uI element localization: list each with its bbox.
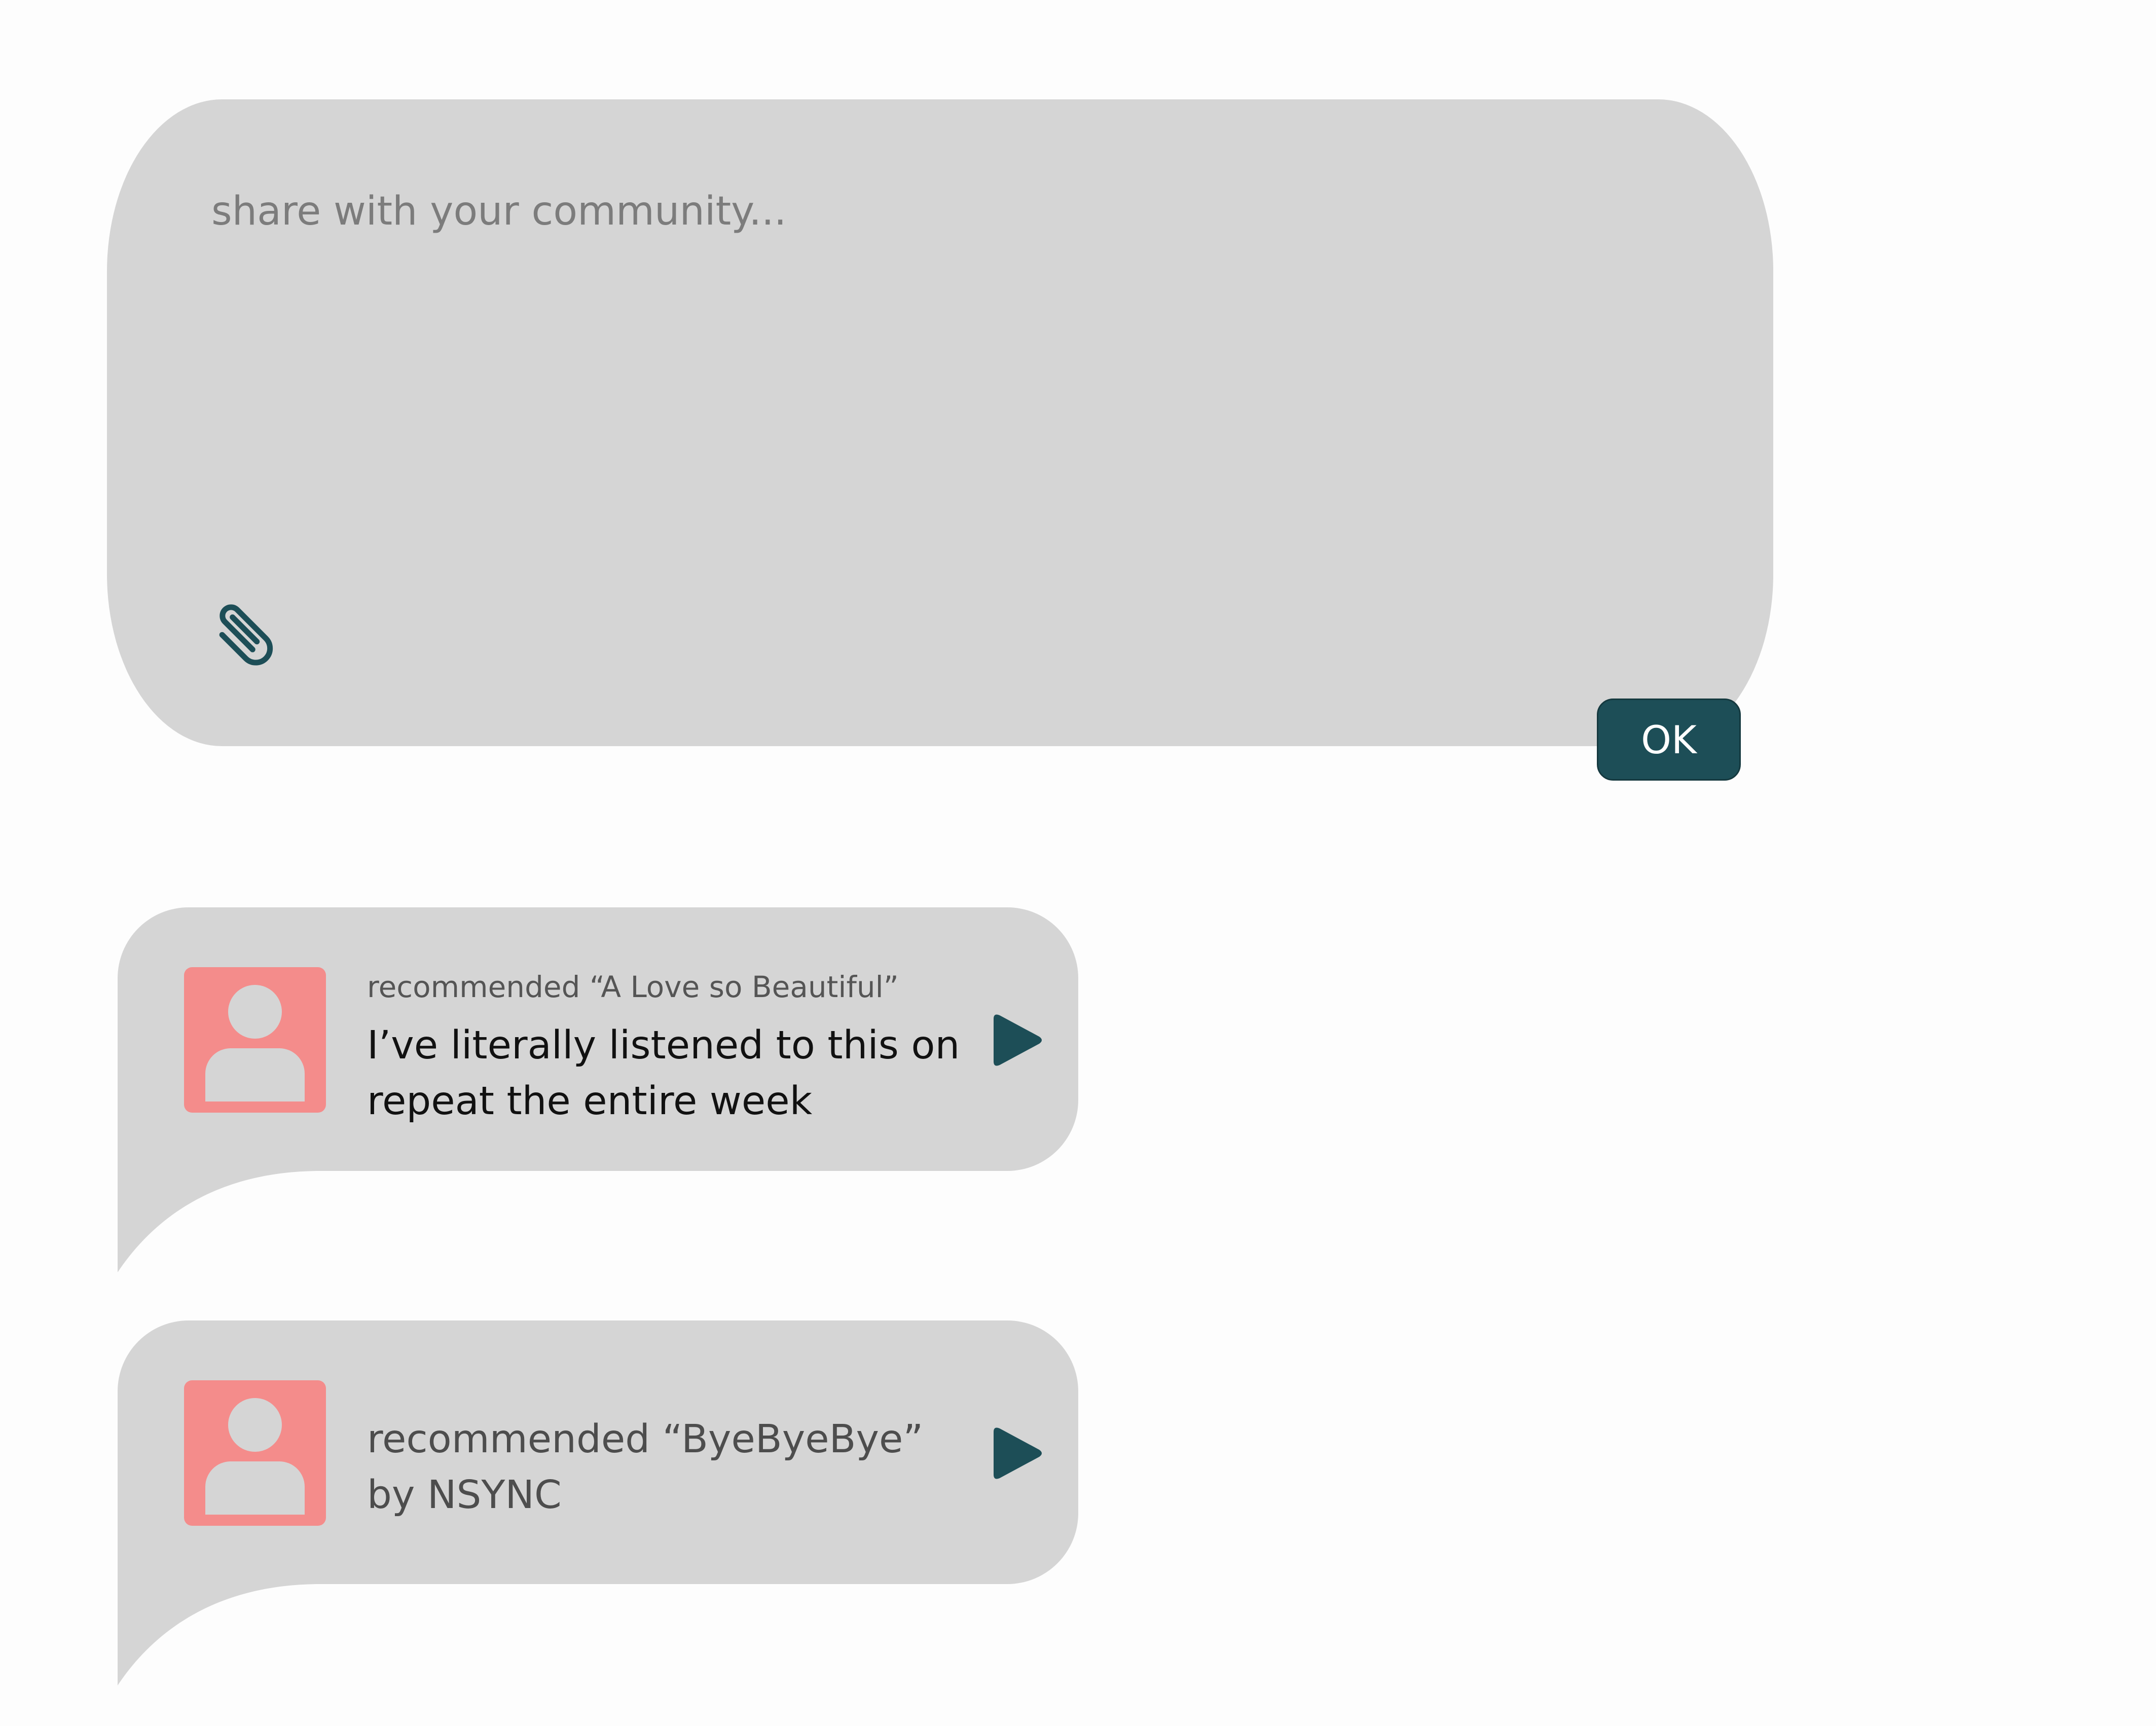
feed-item: recommended “ByeByeBye” by NSYNC	[118, 1320, 1078, 1689]
avatar[interactable]	[184, 1380, 326, 1526]
post-text: I’ve literally listened to this on repea…	[367, 1023, 960, 1124]
play-button[interactable]	[984, 1422, 1048, 1485]
user-icon	[205, 985, 305, 1101]
avatar[interactable]	[184, 967, 326, 1113]
post-composer: OK	[107, 99, 1773, 781]
paperclip-icon	[219, 604, 273, 666]
play-icon	[994, 1014, 1042, 1066]
recommendation-text: recommended “ByeByeBye” by NSYNC	[367, 1417, 924, 1518]
user-icon	[205, 1398, 305, 1515]
attach-button[interactable]	[206, 591, 282, 667]
recommendation-label: recommended “A Love so Beautiful”	[367, 970, 899, 1004]
feed-item: recommended “A Love so Beautiful” I’ve l…	[118, 907, 1078, 1276]
play-icon	[994, 1427, 1042, 1479]
community-page: { "composer": { "placeholder": "share wi…	[0, 0, 2156, 1726]
play-button[interactable]	[984, 1009, 1048, 1072]
post-input[interactable]	[211, 183, 1631, 548]
ok-button[interactable]: OK	[1597, 699, 1741, 781]
